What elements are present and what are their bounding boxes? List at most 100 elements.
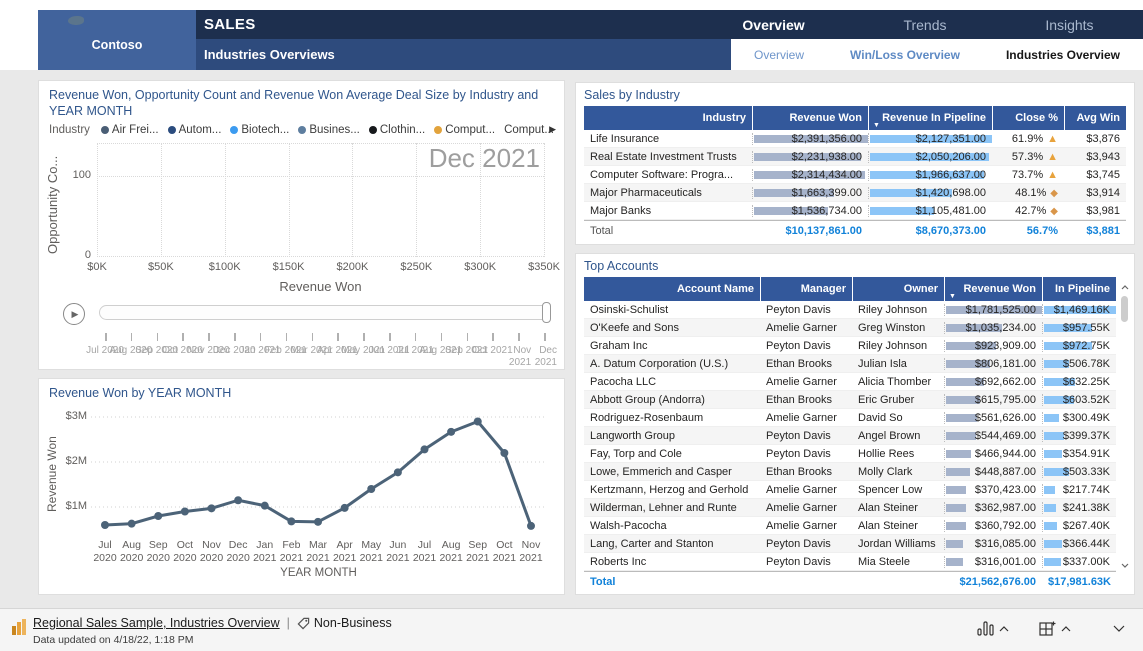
legend-item[interactable]: Comput... [504,124,554,136]
table-row[interactable]: Computer Software: Progra...$2,314,434.0… [584,166,1126,184]
table-row[interactable]: Real Estate Investment Trusts$2,231,938.… [584,148,1126,166]
play-button[interactable]: ▶ [63,303,85,325]
column-header-account-name[interactable]: Account Name [584,277,760,301]
line-x-tick-label: Dec 2020 [226,539,249,564]
line-data-point[interactable] [208,504,216,512]
pipe-cell: $2,050,206.00 [868,151,992,163]
line-data-point[interactable] [101,521,109,529]
legend-item[interactable]: Comput... [434,124,495,136]
pipe-value: $503.33K [1063,466,1110,478]
line-data-point[interactable] [421,445,429,453]
account-name-cell: Lowe, Emmerich and Casper [584,466,760,478]
column-header-manager[interactable]: Manager [760,277,852,301]
legend-item[interactable]: Autom... [168,124,222,136]
column-header-in-pipeline[interactable]: In Pipeline [1042,277,1116,301]
scatter-x-tick-label: $300K [464,261,496,273]
top-tab-strip: Overview Trends Insights [693,10,1143,39]
column-header-revenue-in-pipeline[interactable]: Revenue In Pipeline▼ [868,106,992,130]
scatter-gridline-h [97,256,544,257]
table-row[interactable]: Langworth GroupPeyton DavisAngel Brown$5… [584,427,1116,445]
sub-tab-industries-overview[interactable]: Industries Overview [1006,48,1120,62]
table-row[interactable]: Life Insurance$2,391,356.00$2,127,351.00… [584,130,1126,148]
sub-tab-win-loss-overview[interactable]: Win/Loss Overview [850,48,960,62]
column-header-avg-win[interactable]: Avg Win [1064,106,1126,130]
line-data-point[interactable] [287,517,295,525]
report-title-link[interactable]: Regional Sales Sample, Industries Overvi… [33,616,280,630]
table-row[interactable]: A. Datum Corporation (U.S.)Ethan BrooksJ… [584,355,1116,373]
line-data-point[interactable] [181,508,189,516]
table-row[interactable]: O'Keefe and SonsAmelie GarnerGreg Winsto… [584,319,1116,337]
table-row[interactable]: Kertzmann, Herzog and GerholdAmelie Garn… [584,481,1116,499]
play-axis-slider-track[interactable] [99,305,550,320]
table-row[interactable]: Rodriguez-RosenbaumAmelie GarnerDavid So… [584,409,1116,427]
line-data-point[interactable] [341,504,349,512]
table-row[interactable]: Graham IncPeyton DavisRiley Johnson$923,… [584,337,1116,355]
table-row[interactable]: Fay, Torp and ColePeyton DavisHollie Ree… [584,445,1116,463]
sort-descending-icon: ▼ [873,122,880,129]
table-row[interactable]: Lang, Carter and StantonPeyton DavisJord… [584,535,1116,553]
top-tab-insights[interactable]: Insights [1045,17,1093,33]
column-header-industry[interactable]: Industry [584,106,752,130]
manager-cell: Amelie Garner [760,322,852,334]
collapse-footer-button[interactable] [1113,625,1125,632]
legend-item[interactable]: Clothin... [369,124,425,136]
top-tab-trends[interactable]: Trends [903,17,946,33]
column-header-revenue-won[interactable]: Revenue Won [752,106,868,130]
scrollbar-thumb[interactable] [1121,296,1128,322]
table-row[interactable]: Abbott Group (Andorra)Ethan BrooksEric G… [584,391,1116,409]
line-data-point[interactable] [500,449,508,457]
chevron-down-icon [1113,625,1125,632]
data-bar-pipe [1044,504,1056,512]
play-axis-tick [208,333,210,341]
line-data-point[interactable] [447,428,455,436]
manager-cell: Peyton Davis [760,340,852,352]
line-data-point[interactable] [234,496,242,504]
scatter-plot-area[interactable]: Dec 2021 [97,143,544,257]
legend-item[interactable]: Air Frei... [101,124,159,136]
pipe-value: $241.38K [1063,502,1110,514]
legend-item[interactable]: Busines... [298,124,360,136]
column-header-revenue-won[interactable]: Revenue Won▼ [944,277,1042,301]
line-data-point[interactable] [367,485,375,493]
add-visual-button[interactable] [1039,621,1071,636]
play-axis-tick [286,333,288,341]
table-row[interactable]: Major Banks$1,536,734.00$1,105,481.0042.… [584,202,1126,220]
table-scrollbar[interactable] [1119,282,1131,570]
column-header-close-%[interactable]: Close % [992,106,1064,130]
industry-cell: Real Estate Investment Trusts [584,151,752,163]
line-data-point[interactable] [154,512,162,520]
line-data-point[interactable] [527,522,535,530]
scroll-down-icon[interactable] [1119,560,1131,570]
data-bar-pipe [1044,540,1062,548]
visuals-menu-button[interactable] [977,621,1009,636]
manager-cell: Amelie Garner [760,412,852,424]
legend-item[interactable]: Biotech... [230,124,289,136]
won-cell: $362,987.00 [944,502,1042,514]
top-tab-overview[interactable]: Overview [742,17,804,33]
table-row[interactable]: Osinski-SchulistPeyton DavisRiley Johnso… [584,301,1116,319]
line-data-point[interactable] [474,418,482,426]
line-data-point[interactable] [128,520,136,528]
data-bar-won [946,504,966,512]
table-row[interactable]: Lowe, Emmerich and CasperEthan BrooksMol… [584,463,1116,481]
powerbi-dashboard: SALES OverviewTrendsInsights Industries … [0,0,1143,651]
manager-cell: Peyton Davis [760,304,852,316]
sub-tab-overview[interactable]: Overview [754,48,804,62]
scroll-up-icon[interactable] [1119,282,1131,292]
table-row[interactable]: Walsh-PacochaAmelie GarnerAlan Steiner$3… [584,517,1116,535]
table-row[interactable]: Roberts IncPeyton DavisMia Steele$316,00… [584,553,1116,571]
line-data-point[interactable] [261,502,269,510]
account-name-cell: O'Keefe and Sons [584,322,760,334]
table-row[interactable]: Wilderman, Lehner and RunteAmelie Garner… [584,499,1116,517]
pipe-cell: $972.75K [1042,340,1116,352]
legend-scroll-right-icon[interactable]: ▶ [549,124,556,135]
account-name-cell: A. Datum Corporation (U.S.) [584,358,760,370]
line-data-point[interactable] [314,518,322,526]
line-plot-area[interactable] [91,405,546,537]
column-header-owner[interactable]: Owner [852,277,944,301]
line-data-point[interactable] [394,468,402,476]
manager-cell: Amelie Garner [760,484,852,496]
table-row[interactable]: Pacocha LLCAmelie GarnerAlicia Thomber$6… [584,373,1116,391]
table-row[interactable]: Major Pharmaceuticals$1,663,399.00$1,420… [584,184,1126,202]
play-axis-slider-handle[interactable] [542,302,551,323]
